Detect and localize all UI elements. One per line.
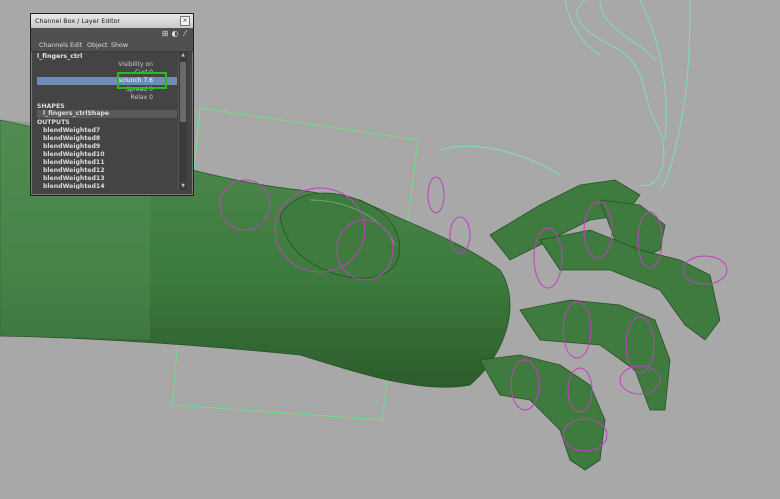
menu-channels[interactable]: Channels — [39, 42, 68, 49]
channel-box-scrollbar[interactable]: ▲ ▼ — [178, 52, 187, 190]
output-node[interactable]: blendWeighted14 — [43, 183, 105, 189]
attr-relax[interactable]: Relax 0 — [131, 94, 153, 101]
menu-edit[interactable]: Edit — [70, 42, 82, 49]
fingers-mesh[interactable] — [479, 179, 721, 471]
shape-node[interactable]: l_fingers_ctrlShape — [37, 110, 177, 118]
output-node[interactable]: blendWeighted12 — [43, 167, 105, 174]
window-title: Channel Box / Layer Editor — [35, 17, 121, 25]
output-node[interactable]: blendWeighted8 — [43, 135, 100, 142]
highlight-annotation-box — [117, 72, 167, 89]
channel-box-toolbar: ⊞ ◐ ⁄ — [31, 28, 193, 40]
menu-object[interactable]: Object — [87, 42, 108, 49]
attr-visibility[interactable]: Visibility on — [118, 61, 153, 68]
channel-box-titlebar[interactable]: Channel Box / Layer Editor × — [31, 14, 193, 29]
channel-box-panel[interactable]: Channel Box / Layer Editor × ⊞ ◐ ⁄ Chann… — [30, 13, 194, 196]
menu-show[interactable]: Show — [111, 42, 128, 49]
outputs-header: OUTPUTS — [37, 119, 70, 126]
output-node[interactable]: blendWeighted11 — [43, 159, 105, 166]
output-node[interactable]: blendWeighted9 — [43, 143, 100, 150]
output-node[interactable]: blendWeighted7 — [43, 127, 100, 134]
channel-box-toggle-icon[interactable]: ⊞ — [161, 30, 169, 38]
scroll-up-icon[interactable]: ▲ — [179, 52, 187, 59]
output-node[interactable]: blendWeighted13 — [43, 175, 105, 182]
node-name[interactable]: l_fingers_ctrl — [37, 53, 82, 60]
layer-editor-icon[interactable]: ◐ — [171, 30, 179, 38]
channel-box-menubar: Channels Edit Object Show — [31, 40, 193, 52]
shapes-header: SHAPES — [37, 103, 65, 110]
close-icon[interactable]: × — [180, 16, 190, 26]
guide-curves — [439, 0, 691, 191]
output-node[interactable]: blendWeighted10 — [43, 151, 105, 158]
tool-settings-icon[interactable]: ⁄ — [181, 30, 189, 38]
scroll-down-icon[interactable]: ▼ — [179, 183, 187, 190]
scrollbar-thumb[interactable] — [180, 62, 186, 122]
